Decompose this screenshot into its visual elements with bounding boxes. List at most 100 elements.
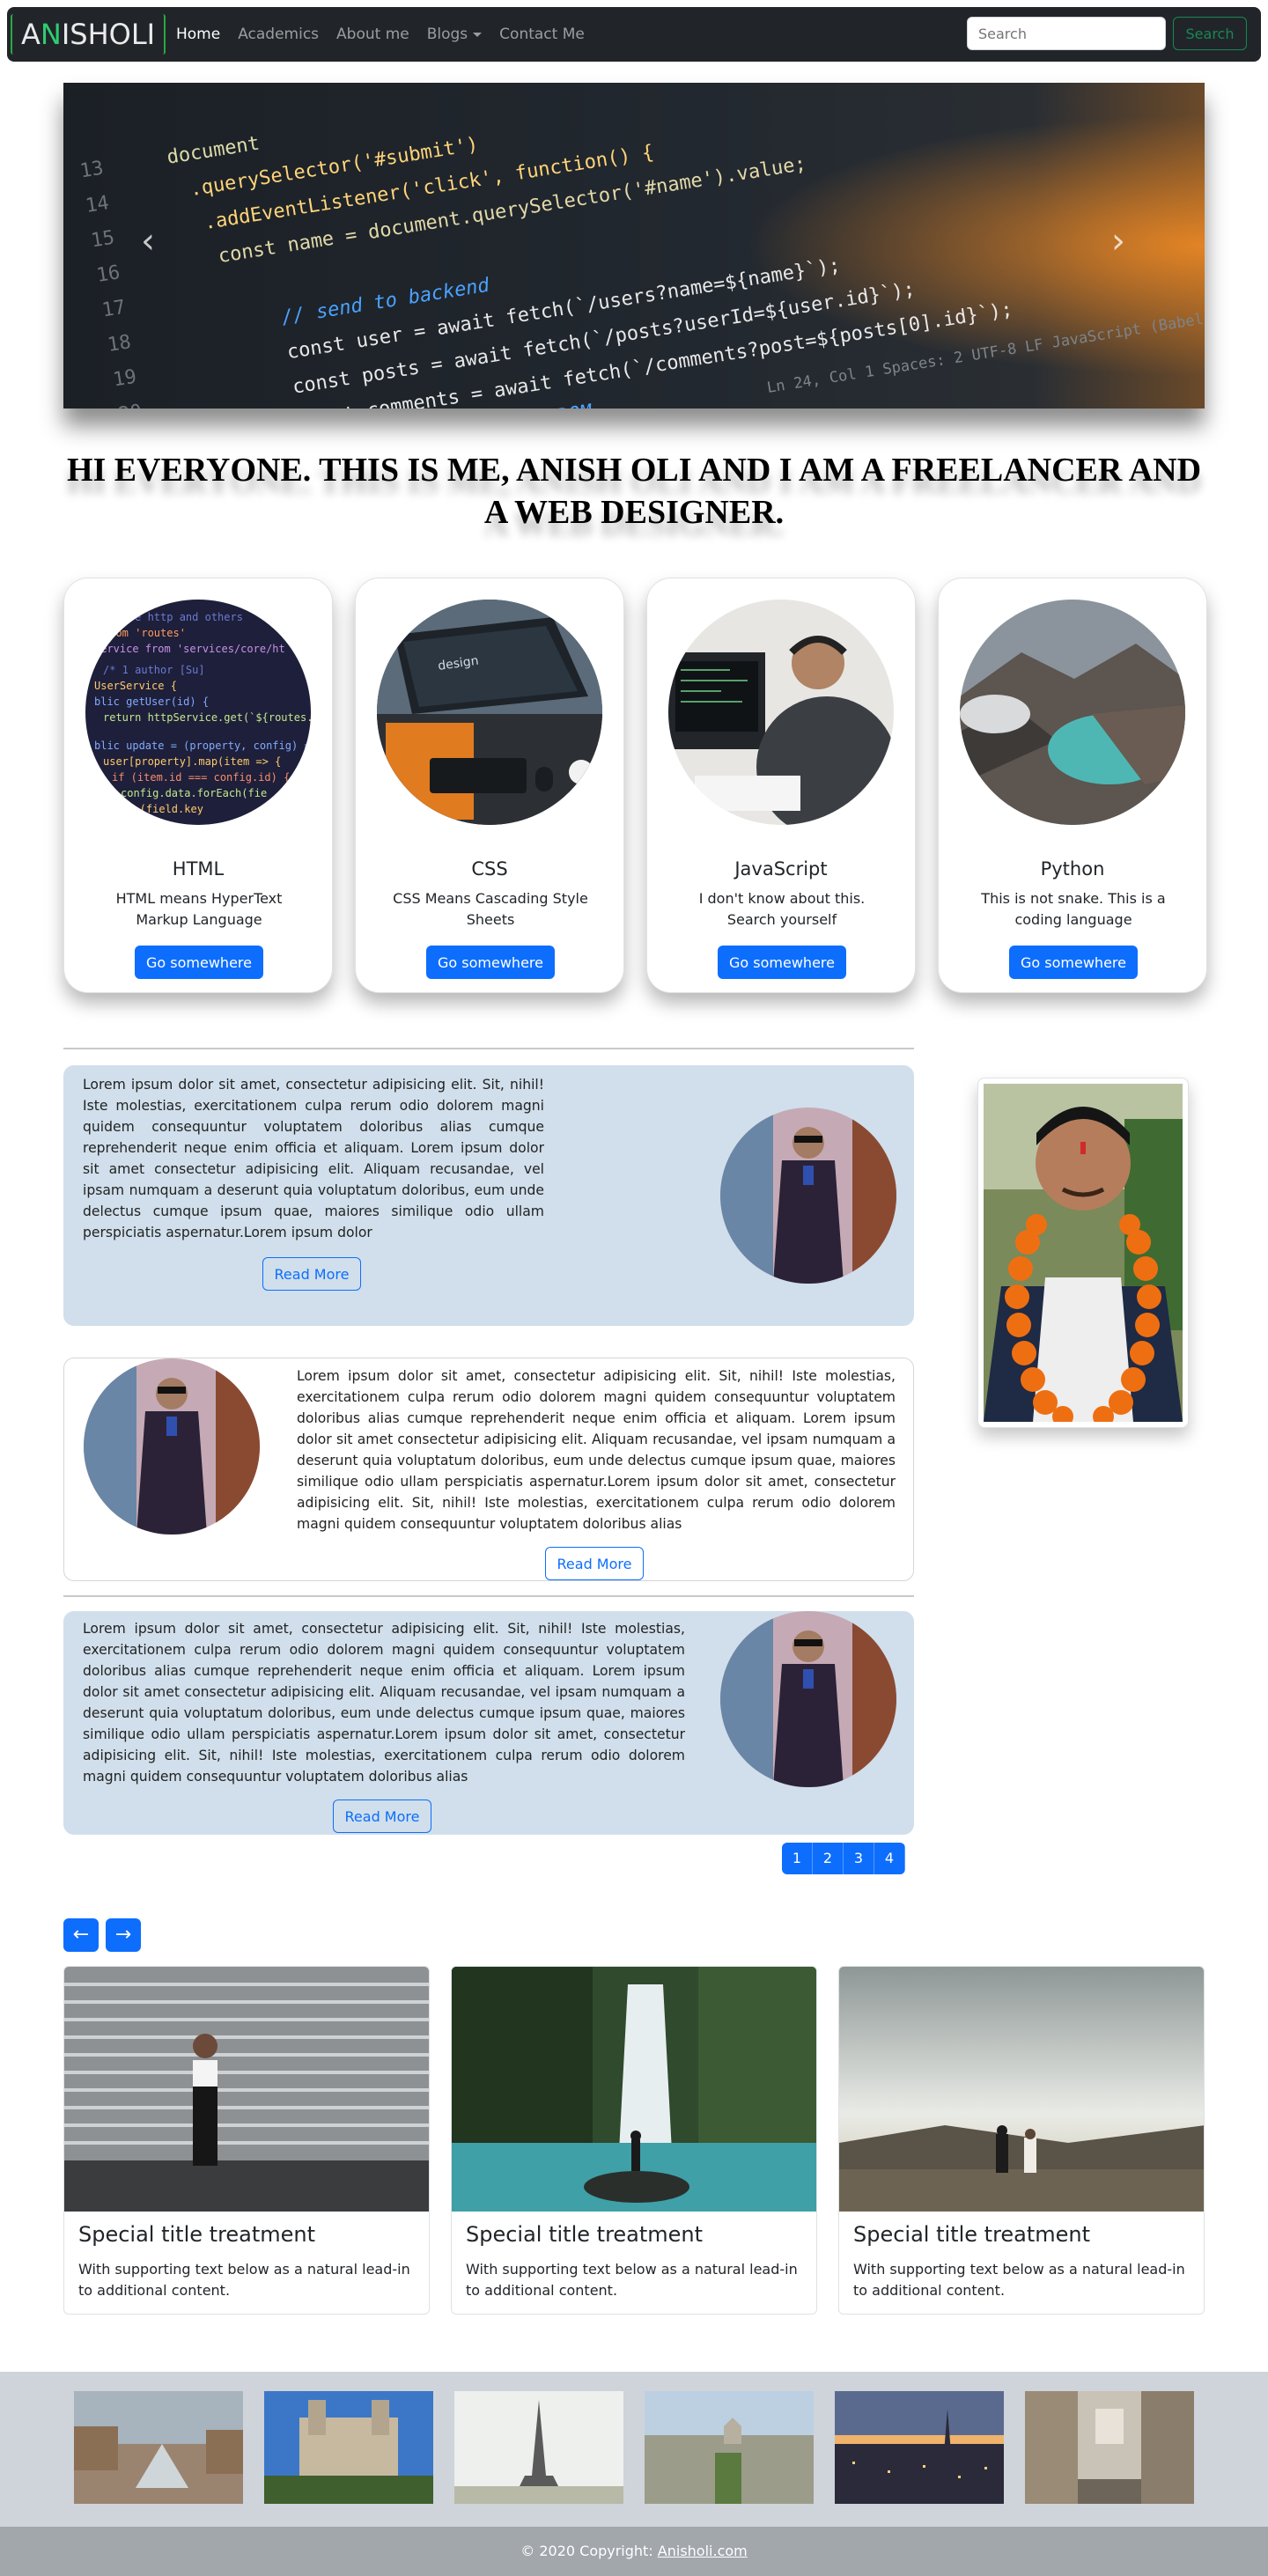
go-somewhere-button[interactable]: Go somewhere [426,946,555,979]
skill-python-image [960,600,1185,825]
page-headline: HI EVERYONE. THIS IS ME, ANISH OLI AND I… [66,452,1202,531]
feature-card: Special title treatment With supporting … [838,1966,1205,2315]
nav-academics[interactable]: Academics [238,26,319,43]
skill-card-html: // Use http and others from 'routes' Ser… [63,578,333,993]
skill-card-css: design CSS CSS Means Cascading Style She… [355,578,624,993]
post-avatar [720,1108,896,1284]
svg-text:blic update = (property, confi: blic update = (property, config) => { [94,740,311,752]
post-text: Lorem ipsum dolor sit amet, consectetur … [297,1368,896,1532]
skill-desc: This is not snake. This is a coding lang… [981,890,1166,928]
skill-title: Python [1040,858,1105,880]
skill-javascript-image [668,600,894,825]
skill-css-image: design [377,600,602,825]
skill-title: CSS [471,858,508,880]
profile-photo [984,1084,1183,1427]
page-2[interactable]: 2 [813,1843,844,1874]
skill-title: HTML [172,858,225,880]
card-image [839,1967,1204,2212]
skill-html-image: // Use http and others from 'routes' Ser… [85,600,311,825]
profile-card [977,1078,1189,1428]
brand-letter-a: A [21,18,41,51]
code-line-number: 16 [95,261,122,287]
carousel-prev-icon[interactable]: ‹ [130,215,166,268]
read-more-button[interactable]: Read More [333,1800,431,1833]
code-line-number: 15 [90,227,116,253]
code-line-number: 14 [84,192,110,217]
svg-text:config.data.forEach(fie: config.data.forEach(fie [121,787,267,799]
card-carousel-controls: ← → [63,1918,148,1952]
gallery-thumb[interactable] [835,2391,1004,2504]
gallery-thumb[interactable] [645,2391,814,2504]
code-line-number: 13 [78,158,105,183]
nav-about[interactable]: About me [336,26,409,43]
blog-post: Lorem ipsum dolor sit amet, consectetur … [63,1358,914,1581]
nav-contact[interactable]: Contact Me [499,26,585,43]
brand-logo[interactable]: ANISHOLI [11,14,166,55]
code-screenshot-image: 13document14.querySelector('#submit')15.… [63,83,1205,408]
divider [63,1595,914,1597]
skill-desc: CSS Means Cascading Style Sheets [393,890,588,928]
blog-post: Lorem ipsum dolor sit amet, consectetur … [63,1611,914,1835]
skill-desc: HTML means HyperText Markup Language [115,890,283,928]
feature-card: Special title treatment With supporting … [63,1966,430,2315]
svg-text:if (item.id === config.id) {: if (item.id === config.id) { [112,771,290,784]
nav-links: Home Academics About me Blogs Contact Me [176,7,602,62]
nav-blogs-label: Blogs [426,26,468,43]
page-3[interactable]: 3 [844,1843,874,1874]
card-title: Special title treatment [466,2222,704,2247]
code-line-number: 19 [112,366,138,392]
footer-link[interactable]: Anisholi.com [658,2543,748,2559]
svg-text:blic getUser(id) {: blic getUser(id) { [94,696,209,708]
pagination: 1 2 3 4 [782,1843,905,1874]
brand-letter-n: N [40,18,62,51]
go-somewhere-button[interactable]: Go somewhere [135,946,263,979]
read-more-button[interactable]: Read More [262,1257,361,1291]
code-line-number: 18 [106,331,132,357]
page-4[interactable]: 4 [874,1843,905,1874]
nav-home[interactable]: Home [176,26,220,43]
gallery-thumb[interactable] [454,2391,623,2504]
nav-blogs-dropdown[interactable]: Blogs [426,26,483,43]
card-text: With supporting text below as a natural … [466,2261,798,2299]
card-image [452,1967,816,2212]
gallery-thumb[interactable] [74,2391,243,2504]
post-text: Lorem ipsum dolor sit amet, consectetur … [83,1621,685,1785]
post-avatar [720,1611,896,1787]
svg-text:Service from 'services/core/ht: Service from 'services/core/ht [94,643,285,655]
post-avatar [84,1358,260,1535]
dropdown-caret-icon [473,32,483,37]
card-text: With supporting text below as a natural … [78,2261,410,2299]
skill-card-python: Python This is not snake. This is a codi… [938,578,1207,993]
divider [63,1048,914,1049]
code-line-number: 17 [100,297,127,322]
card-image [64,1967,429,2212]
svg-text:return httpService.get(`${rout: return httpService.get(`${routes.api.u [103,711,311,724]
footer-copyright: © 2020 Copyright: [520,2543,658,2559]
feature-card: Special title treatment With supporting … [451,1966,817,2315]
navbar: ANISHOLI Home Academics About me Blogs C… [7,7,1261,62]
svg-text:/* 1 author [Su]: /* 1 author [Su] [103,664,205,676]
blog-post: Lorem ipsum dolor sit amet, consectetur … [63,1065,914,1326]
brand-rest: ISHOLI [61,18,156,51]
arrow-right-icon[interactable]: → [106,1918,141,1952]
search-input[interactable] [967,17,1166,50]
svg-text:// Use http and others: // Use http and others [103,611,243,623]
page-1[interactable]: 1 [782,1843,813,1874]
skill-title: JavaScript [734,858,828,880]
arrow-left-icon[interactable]: ← [63,1918,99,1952]
carousel-next-icon[interactable]: › [1101,215,1136,268]
hero-carousel: 13 document 14 .querySelector('#submit') 15.… [63,83,1205,408]
skill-desc: I don't know about this. Search yourself [698,890,866,928]
read-more-button[interactable]: Read More [545,1547,644,1580]
skill-card-javascript: JavaScript I don't know about this. Sear… [646,578,916,993]
gallery-thumb[interactable] [264,2391,433,2504]
svg-text:UserService {: UserService { [94,680,177,692]
go-somewhere-button[interactable]: Go somewhere [1009,946,1138,979]
go-somewhere-button[interactable]: Go somewhere [718,946,846,979]
card-title: Special title treatment [78,2222,316,2247]
search-button[interactable]: Search [1173,17,1247,50]
gallery-thumb[interactable] [1025,2391,1194,2504]
svg-text:from 'routes': from 'routes' [103,627,186,639]
svg-text:user[property].map(item => {: user[property].map(item => { [103,755,281,768]
svg-text:if (field.key: if (field.key [121,803,203,815]
